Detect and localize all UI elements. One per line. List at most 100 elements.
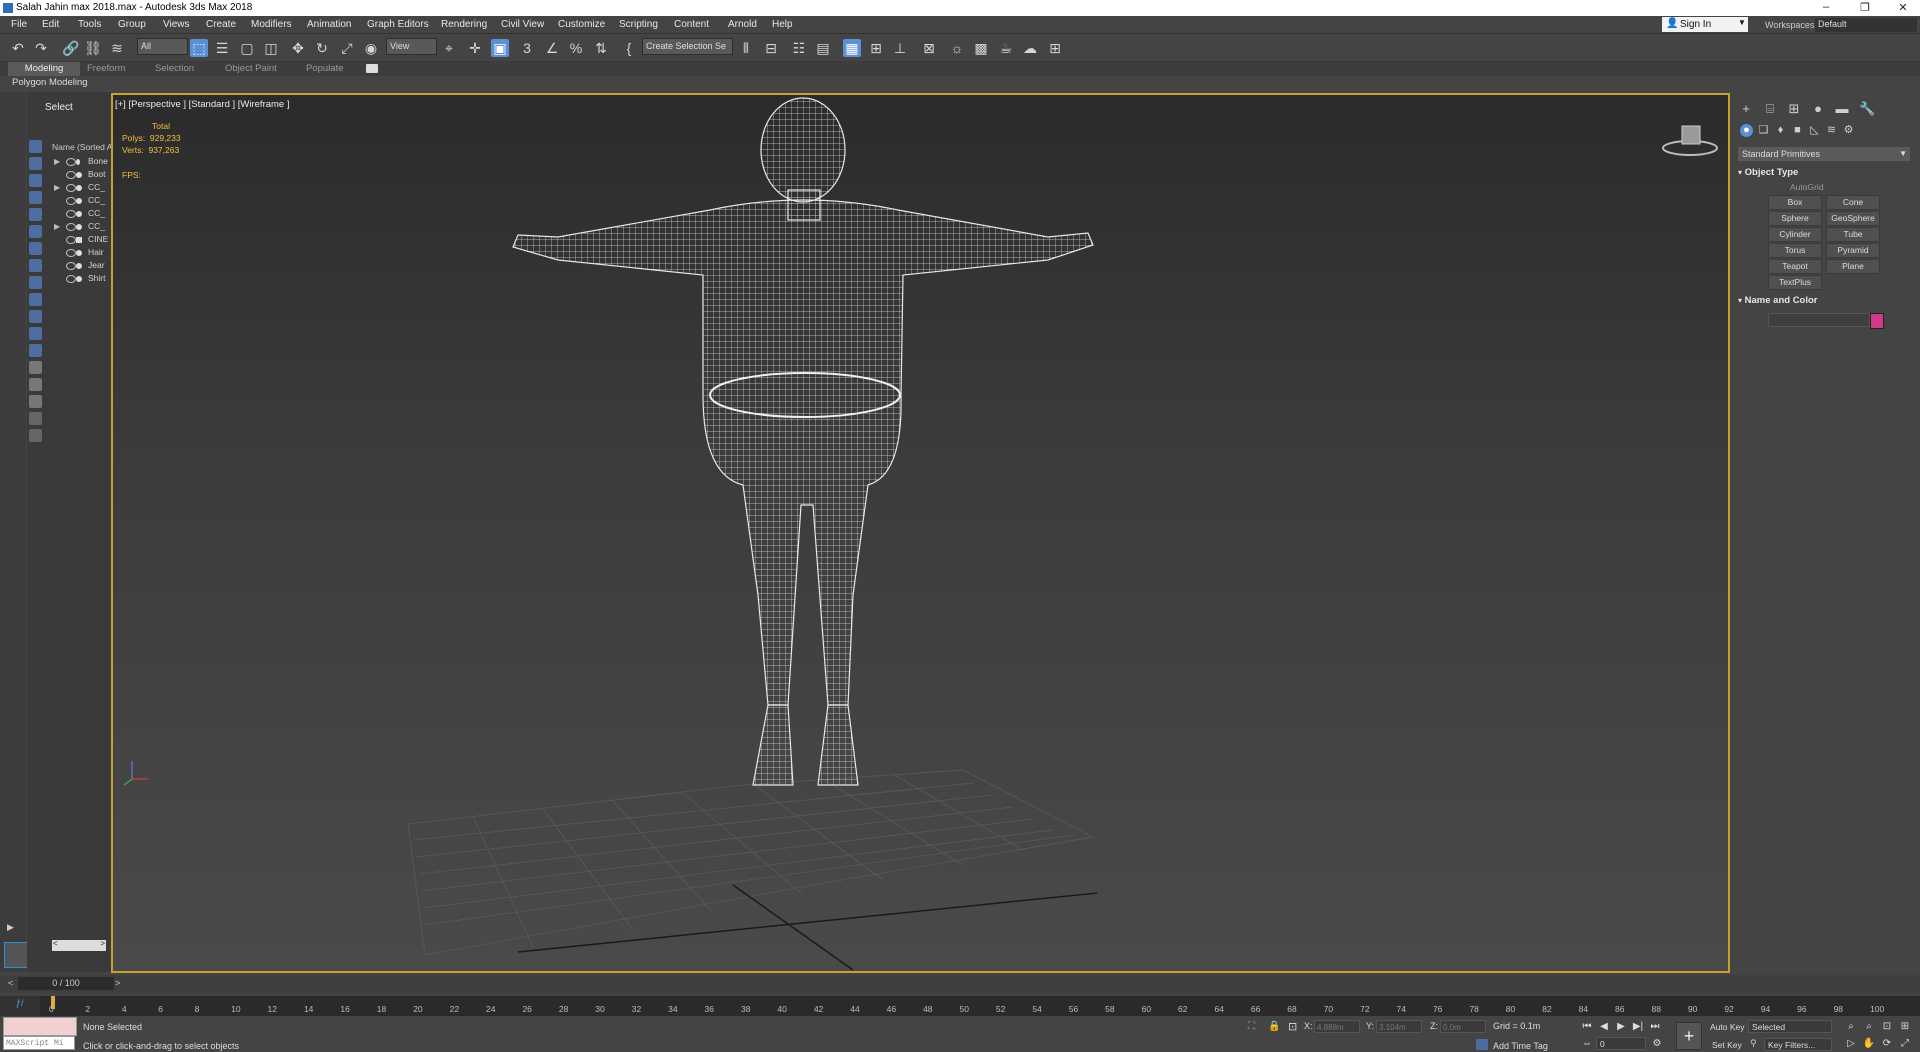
bind-spacewarp-icon[interactable]: ≋ xyxy=(108,39,126,57)
eye-icon[interactable] xyxy=(66,197,76,205)
display-all-icon[interactable] xyxy=(29,361,42,374)
x-coord-field[interactable]: 4.888m xyxy=(1314,1020,1360,1033)
layer-explorer-icon[interactable]: ▤ xyxy=(814,39,832,57)
material-editor-icon[interactable]: ⊠ xyxy=(920,39,938,57)
perspective-viewport[interactable] xyxy=(111,93,1730,973)
menu-graph-editors[interactable]: Graph Editors xyxy=(367,19,429,30)
maximize-viewport-icon[interactable]: ⤢ xyxy=(1898,1037,1912,1050)
menu-tools[interactable]: Tools xyxy=(78,19,101,30)
modify-tab-icon[interactable]: ⌸ xyxy=(1763,102,1777,116)
eye-icon[interactable] xyxy=(66,184,76,192)
y-coord-field[interactable]: 3.104m xyxy=(1376,1020,1422,1033)
viewcube[interactable] xyxy=(1660,120,1720,160)
tube-button[interactable]: Tube xyxy=(1826,227,1880,242)
cone-button[interactable]: Cone xyxy=(1826,195,1880,210)
next-frame-icon[interactable]: ▶| xyxy=(1631,1020,1645,1033)
list-item[interactable]: Hair xyxy=(52,246,112,259)
go-to-start-icon[interactable]: ⏮ xyxy=(1580,1020,1594,1033)
display-invert-icon[interactable] xyxy=(29,378,42,391)
zoom-extents-all-icon[interactable]: ⊞ xyxy=(1898,1020,1912,1033)
lights-icon[interactable]: ♦ xyxy=(1774,124,1787,137)
ribbon-toggle-icon[interactable] xyxy=(366,64,378,73)
window-crossing-icon[interactable]: ◫ xyxy=(262,39,280,57)
key-selection-dropdown[interactable]: Selected xyxy=(1748,1020,1832,1033)
rotate-icon[interactable]: ↻ xyxy=(313,39,331,57)
selection-lock-icon[interactable]: 🔒 xyxy=(1268,1021,1280,1032)
eye-icon[interactable] xyxy=(66,236,76,244)
eye-icon[interactable] xyxy=(66,210,76,218)
play-icon[interactable]: ▶ xyxy=(1614,1020,1628,1033)
a360-gallery-icon[interactable]: ⊞ xyxy=(1046,39,1064,57)
menu-scripting[interactable]: Scripting xyxy=(619,19,658,30)
rendered-frame-window-icon[interactable]: ▩ xyxy=(972,39,990,57)
time-configuration-icon[interactable]: ⚙ xyxy=(1650,1037,1664,1050)
list-item[interactable]: CC_ xyxy=(52,194,112,207)
rollout-object-type[interactable]: ▾ Object Type xyxy=(1738,166,1910,179)
move-icon[interactable]: ✥ xyxy=(289,39,307,57)
menu-help[interactable]: Help xyxy=(772,19,793,30)
display-containers-icon[interactable] xyxy=(29,310,42,323)
menu-civil-view[interactable]: Civil View xyxy=(501,19,544,30)
object-name-field[interactable] xyxy=(1768,313,1870,327)
systems-icon[interactable]: ⚙ xyxy=(1842,124,1855,137)
menu-edit[interactable]: Edit xyxy=(42,19,59,30)
menu-views[interactable]: Views xyxy=(163,19,190,30)
zoom-icon[interactable]: ⌕ xyxy=(1844,1020,1858,1033)
expand-arrow-icon[interactable]: ▶ xyxy=(54,220,60,233)
select-object-icon[interactable]: ⬚ xyxy=(190,39,208,57)
workspace-dropdown[interactable]: Default xyxy=(1815,18,1917,32)
display-cameras-icon[interactable] xyxy=(29,208,42,221)
time-prev-icon[interactable]: < xyxy=(8,978,13,988)
set-key-button[interactable]: Set Key xyxy=(1712,1039,1742,1052)
display-spacewarps-icon[interactable] xyxy=(29,242,42,255)
time-tag-icon[interactable] xyxy=(1476,1039,1488,1050)
display-frozen-icon[interactable] xyxy=(29,327,42,340)
scroll-right-icon[interactable]: > xyxy=(100,939,105,948)
viewport-label-menu[interactable]: [+] [Perspective ] [Standard ] [Wirefram… xyxy=(115,99,290,110)
snaps-toggle-icon[interactable]: 3 xyxy=(518,39,536,57)
find-icon[interactable] xyxy=(29,395,42,408)
display-geometry-icon[interactable] xyxy=(29,157,42,170)
previous-frame-icon[interactable]: ◀ xyxy=(1597,1020,1611,1033)
display-groups-icon[interactable] xyxy=(29,259,42,272)
torus-button[interactable]: Torus xyxy=(1768,243,1822,258)
angle-snap-icon[interactable]: ∠ xyxy=(543,39,561,57)
field-of-view-icon[interactable]: ▷ xyxy=(1844,1037,1858,1050)
motion-tab-icon[interactable]: ● xyxy=(1811,102,1825,116)
zoom-extents-icon[interactable]: ⊡ xyxy=(1880,1020,1894,1033)
list-item[interactable]: ▶ Bone xyxy=(52,155,112,168)
key-filter-icon[interactable]: ⚲ xyxy=(1750,1038,1757,1049)
key-filters-button[interactable]: Key Filters... xyxy=(1764,1038,1832,1051)
list-item[interactable]: Boot xyxy=(52,168,112,181)
link-icon[interactable]: 🔗 xyxy=(62,39,80,57)
object-color-swatch[interactable] xyxy=(1870,313,1884,329)
undo-icon[interactable]: ↶ xyxy=(9,39,27,57)
list-item[interactable]: Shirt xyxy=(52,272,112,285)
expand-arrow-icon[interactable]: ▶ xyxy=(54,155,60,168)
geometry-icon[interactable]: ● xyxy=(1740,124,1753,137)
zoom-all-icon[interactable]: ⌕ xyxy=(1862,1020,1876,1033)
list-item[interactable]: CC_ xyxy=(52,207,112,220)
unlink-icon[interactable]: ⛓ xyxy=(84,39,102,57)
teapot-button[interactable]: Teapot xyxy=(1768,259,1822,274)
pan-icon[interactable]: ✋ xyxy=(1862,1037,1876,1050)
filter-icon[interactable] xyxy=(29,412,42,425)
plane-button[interactable]: Plane xyxy=(1826,259,1880,274)
display-hidden-icon[interactable] xyxy=(29,344,42,357)
utilities-tab-icon[interactable]: 🔧 xyxy=(1859,102,1875,116)
spacewarps-icon[interactable]: ≋ xyxy=(1825,124,1838,137)
menu-content[interactable]: Content xyxy=(674,19,709,30)
display-tab-icon[interactable]: ▬ xyxy=(1835,102,1849,116)
cameras-icon[interactable]: ■ xyxy=(1791,124,1804,137)
textplus-button[interactable]: TextPlus xyxy=(1768,275,1822,290)
create-tab-icon[interactable]: + xyxy=(1739,102,1753,116)
toggle-ribbon-icon[interactable]: ▦ xyxy=(843,39,861,57)
percent-snap-icon[interactable]: % xyxy=(567,39,585,57)
tab-object-paint[interactable]: Object Paint xyxy=(225,62,277,76)
rollout-name-and-color[interactable]: ▾ Name and Color xyxy=(1738,294,1910,307)
eye-icon[interactable] xyxy=(66,275,76,283)
autogrid-checkbox[interactable]: AutoGrid xyxy=(1790,182,1824,192)
layer-icon[interactable] xyxy=(29,429,42,442)
set-keys-icon[interactable]: + xyxy=(1676,1022,1702,1050)
menu-file[interactable]: File xyxy=(11,19,27,30)
